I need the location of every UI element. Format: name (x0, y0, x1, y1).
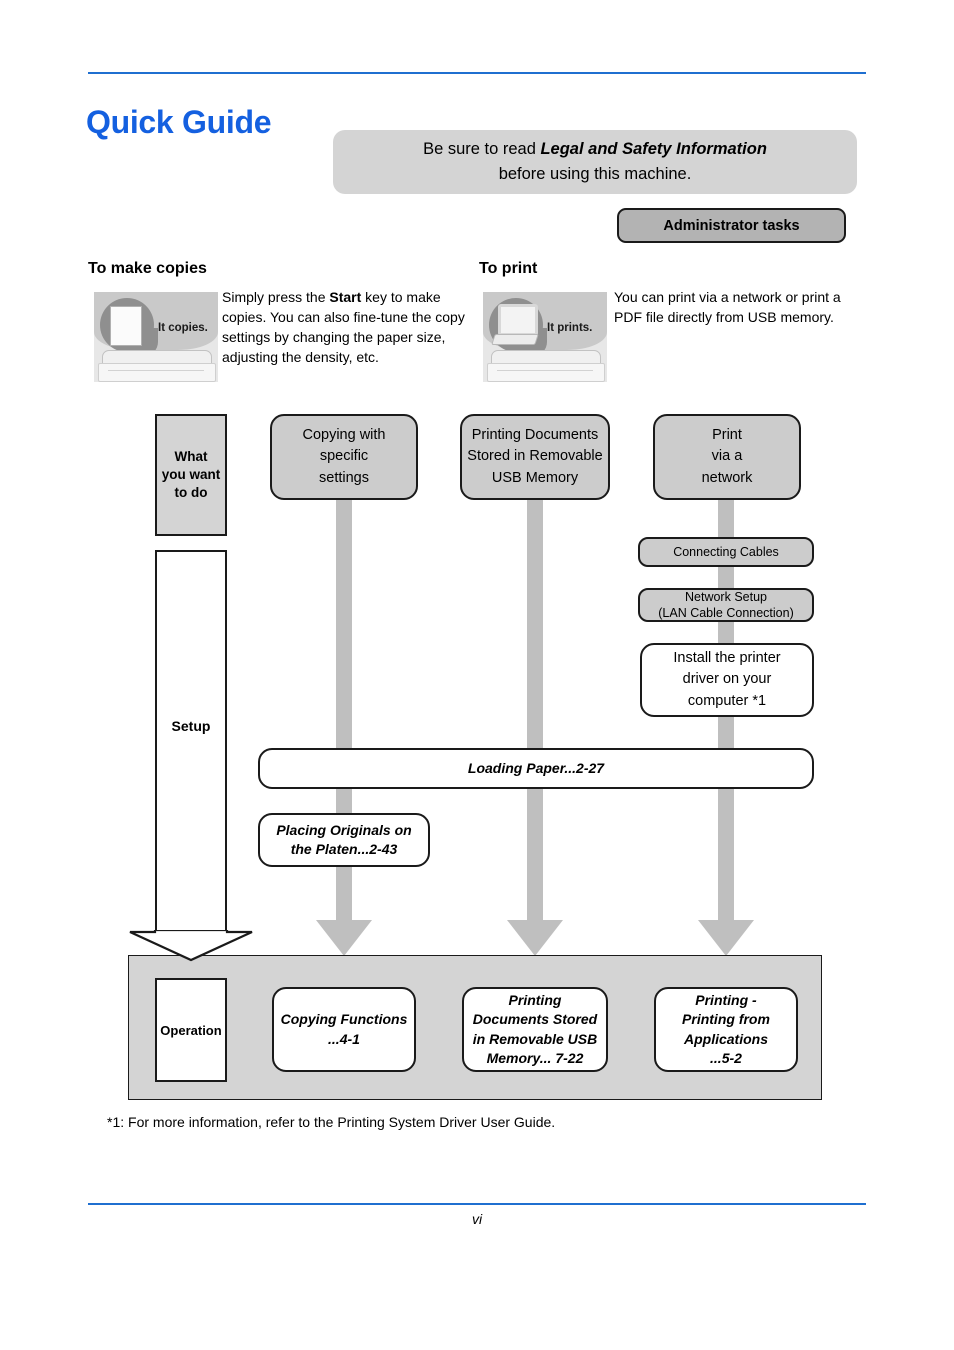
operation-box-printing-usb-memory[interactable]: Printing Documents Stored in Removable U… (462, 987, 608, 1072)
arrowhead-column-1 (316, 920, 372, 956)
setup-arrow-shaft (155, 550, 227, 932)
arrowhead-column-2 (507, 920, 563, 956)
goal-box-print-via-network[interactable]: Print via a network (653, 414, 801, 500)
goal-label-network: Print via a network (701, 426, 753, 486)
stage-what-label: What you want to do (161, 448, 221, 501)
setup-step-network-setup[interactable]: Network Setup (LAN Cable Connection) (638, 588, 814, 622)
setup-step-placing-originals-label: Placing Originals on the Platen...2-43 (276, 821, 412, 857)
operation-box-printing-from-applications[interactable]: Printing - Printing from Applications ..… (654, 987, 798, 1072)
stage-what-you-want-to-do: What you want to do (155, 414, 227, 536)
document-page: Quick Guide Be sure to read Legal and Sa… (0, 0, 954, 1350)
footnote: *1: For more information, refer to the P… (107, 1114, 556, 1130)
setup-step-connecting-cables[interactable]: Connecting Cables (638, 537, 814, 567)
setup-step-cables-label: Connecting Cables (673, 544, 779, 559)
operation-label-usb: Printing Documents Stored in Removable U… (472, 991, 598, 1066)
operation-label-print: Printing - Printing from Applications ..… (682, 991, 770, 1066)
goal-label-usb: Printing Documents Stored in Removable U… (467, 426, 603, 486)
stage-operation: Operation (155, 978, 227, 1082)
setup-step-loading-paper[interactable]: Loading Paper...2-27 (258, 748, 814, 789)
setup-step-placing-originals[interactable]: Placing Originals on the Platen...2-43 (258, 813, 430, 867)
footer-rule (88, 1203, 866, 1205)
goal-label-copying: Copying with specific settings (302, 426, 386, 486)
setup-step-loading-paper-label: Loading Paper...2-27 (467, 759, 605, 776)
goal-box-copying-with-specific-settings[interactable]: Copying with specific settings (270, 414, 418, 500)
stage-setup-label: Setup (171, 718, 211, 734)
arrowhead-column-3 (698, 920, 754, 956)
setup-step-driver-label: Install the printer driver on your compu… (673, 649, 781, 709)
setup-step-network-label: Network Setup (LAN Cable Connection) (658, 589, 794, 620)
page-number: vi (471, 1211, 483, 1227)
goal-box-printing-from-usb-memory[interactable]: Printing Documents Stored in Removable U… (460, 414, 610, 500)
workflow-diagram: What you want to do Setup Operation Copy… (0, 0, 954, 1350)
stage-operation-label: Operation (160, 1022, 222, 1038)
operation-box-copying-functions[interactable]: Copying Functions ...4-1 (272, 987, 416, 1072)
connector-column-2 (527, 498, 543, 928)
operation-label-copying: Copying Functions ...4-1 (280, 1011, 408, 1047)
setup-step-install-printer-driver[interactable]: Install the printer driver on your compu… (640, 643, 814, 717)
setup-arrow-head (129, 930, 253, 962)
